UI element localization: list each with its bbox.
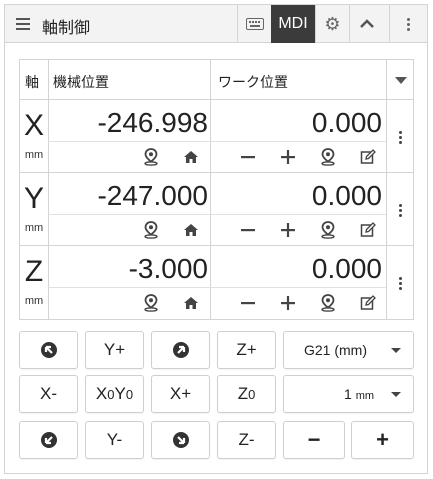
axis-unit: mm	[24, 295, 44, 307]
axis-label: Z	[24, 255, 44, 288]
jog-x-plus-y-minus-button[interactable]	[151, 421, 210, 459]
minus-icon[interactable]	[238, 147, 258, 167]
go-to-location-icon[interactable]	[141, 220, 161, 240]
axis-label: Y	[23, 182, 44, 215]
work-position-value[interactable]: 0.000	[216, 253, 382, 285]
mdi-button[interactable]: MDI	[271, 5, 315, 43]
arrow-down-right-icon	[172, 432, 189, 448]
gear-icon: ⚙	[324, 13, 341, 34]
axis-unit: mm	[24, 149, 44, 161]
axes-widget: 軸制御 MDI ⚙ 軸 機械位置 ワーク位置 X mm -246.998 0.0…	[4, 4, 428, 474]
work-position-value[interactable]: 0.000	[216, 180, 382, 212]
row-options-button[interactable]	[392, 273, 408, 293]
widget-header: 軸制御 MDI ⚙	[5, 5, 427, 43]
plus-icon[interactable]	[278, 293, 298, 313]
plus-icon[interactable]	[278, 220, 298, 240]
column-header-work-position: ワーク位置	[218, 74, 288, 90]
x0y0-label-x0: 0	[107, 386, 115, 402]
minus-icon[interactable]	[238, 293, 258, 313]
jog-y-minus-button[interactable]: Y-	[85, 421, 144, 459]
jog-z-plus-button[interactable]: Z+	[217, 331, 276, 369]
jog-x-minus-y-minus-button[interactable]	[19, 421, 78, 459]
jog-x-plus-y-plus-button[interactable]	[151, 331, 210, 369]
go-to-x0y0-button[interactable]: X0Y0	[85, 375, 144, 413]
widget-options-button[interactable]	[389, 5, 427, 43]
home-icon[interactable]	[181, 220, 201, 240]
caret-down-icon	[391, 347, 401, 353]
arrow-up-left-icon	[40, 342, 57, 358]
axis-row-z: Z mm -3.000 0.000	[20, 247, 413, 319]
set-zero-location-icon[interactable]	[318, 220, 338, 240]
x0y0-label-x: X	[95, 384, 108, 403]
x0y0-label-y0: 0	[125, 386, 134, 402]
jog-step-value: 1 mm	[344, 386, 374, 402]
step-increase-button[interactable]: +	[351, 421, 414, 459]
axis-row-x: X mm -246.998 0.000	[20, 101, 413, 173]
edit-icon[interactable]	[358, 293, 378, 313]
jog-x-minus-y-plus-button[interactable]	[19, 331, 78, 369]
jog-x-minus-button[interactable]: X-	[19, 375, 78, 413]
jog-step-number: 1	[344, 386, 352, 402]
more-vertical-icon	[407, 17, 410, 32]
row-options-button[interactable]	[392, 200, 408, 220]
minus-icon[interactable]	[238, 220, 258, 240]
z0-label-0: 0	[248, 386, 256, 402]
machine-position-value: -246.998	[97, 107, 208, 138]
jog-y-plus-button[interactable]: Y+	[85, 331, 144, 369]
column-header-machine-position: 機械位置	[53, 74, 109, 90]
position-table: 軸 機械位置 ワーク位置 X mm -246.998 0.000 Y mm -2…	[19, 59, 414, 320]
chevron-up-icon	[359, 19, 374, 28]
x0y0-label-y: Y	[114, 384, 126, 403]
set-zero-location-icon[interactable]	[318, 147, 338, 167]
arrow-up-right-icon	[172, 342, 189, 358]
edit-icon[interactable]	[358, 220, 378, 240]
keyboard-button[interactable]	[237, 5, 271, 43]
arrow-down-left-icon	[40, 432, 57, 448]
set-zero-location-icon[interactable]	[318, 293, 338, 313]
units-select-value: G21 (mm)	[304, 342, 367, 358]
caret-down-icon	[391, 391, 401, 397]
work-position-value[interactable]: 0.000	[216, 107, 382, 139]
axis-unit: mm	[24, 222, 44, 234]
jog-step-unit: mm	[355, 390, 375, 402]
widget-title: 軸制御	[42, 20, 91, 37]
jog-x-plus-button[interactable]: X+	[151, 375, 210, 413]
axis-label: X	[23, 109, 44, 142]
table-options-dropdown[interactable]	[395, 77, 407, 84]
go-to-z0-button[interactable]: Z0	[217, 375, 276, 413]
home-icon[interactable]	[181, 293, 201, 313]
jog-step-select[interactable]: 1 mm	[283, 375, 414, 413]
collapse-button[interactable]	[349, 5, 383, 43]
settings-button[interactable]: ⚙	[315, 5, 349, 43]
machine-position-value: -3.000	[128, 253, 208, 284]
units-select[interactable]: G21 (mm)	[283, 331, 414, 369]
go-to-location-icon[interactable]	[141, 293, 161, 313]
home-icon[interactable]	[181, 147, 201, 167]
z0-label-z: Z	[237, 384, 249, 403]
machine-position-value: -247.000	[97, 180, 208, 211]
plus-icon[interactable]	[278, 147, 298, 167]
edit-icon[interactable]	[358, 147, 378, 167]
axis-row-y: Y mm -247.000 0.000	[20, 174, 413, 246]
column-header-axis: 軸	[25, 74, 39, 90]
jog-z-minus-button[interactable]: Z-	[217, 421, 276, 459]
menu-icon[interactable]	[16, 18, 30, 30]
step-decrease-button[interactable]: −	[283, 421, 345, 459]
table-header: 軸 機械位置 ワーク位置	[20, 60, 413, 100]
go-to-location-icon[interactable]	[141, 147, 161, 167]
keyboard-icon	[245, 18, 264, 30]
row-options-button[interactable]	[392, 127, 408, 147]
